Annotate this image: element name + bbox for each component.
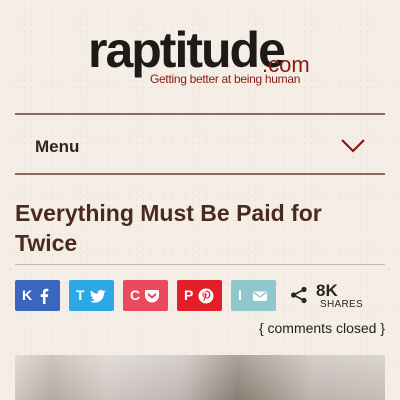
share-twitter-button[interactable]: T (69, 280, 114, 311)
featured-image (15, 355, 385, 400)
logo-wordmark: raptitude (88, 22, 286, 78)
comments-link[interactable]: { comments closed } (259, 320, 385, 336)
share-count: 8K SHARES (290, 280, 363, 314)
share-facebook-letter: K (22, 287, 33, 303)
menu-label[interactable]: Menu (35, 137, 79, 157)
share-email-button[interactable]: I (231, 280, 276, 311)
share-pocket-letter: C (130, 287, 141, 303)
share-pinterest-button[interactable]: P (177, 280, 222, 311)
share-icon (291, 286, 307, 304)
site-logo[interactable]: raptitude .com Getting better at being h… (86, 22, 316, 92)
share-count-label: SHARES (320, 299, 363, 310)
share-email-letter: I (238, 287, 242, 303)
share-twitter-letter: T (76, 287, 85, 303)
email-icon (253, 291, 267, 301)
main-nav[interactable]: Menu (15, 113, 385, 175)
page-title: Everything Must Be Paid for Twice (15, 200, 322, 256)
twitter-icon (90, 289, 106, 303)
site-header: raptitude .com Getting better at being h… (0, 22, 400, 98)
chevron-down-icon[interactable] (341, 139, 365, 153)
pocket-icon (145, 290, 159, 303)
title-divider (15, 264, 385, 265)
logo-tagline: Getting better at being human (150, 72, 301, 86)
share-count-value: 8K (316, 281, 338, 300)
pinterest-icon (198, 288, 214, 304)
featured-image-shade (15, 355, 385, 400)
share-facebook-button[interactable]: K (15, 280, 60, 311)
facebook-icon (40, 288, 49, 304)
share-pinterest-letter: P (184, 287, 194, 303)
share-pocket-button[interactable]: C (123, 280, 168, 311)
